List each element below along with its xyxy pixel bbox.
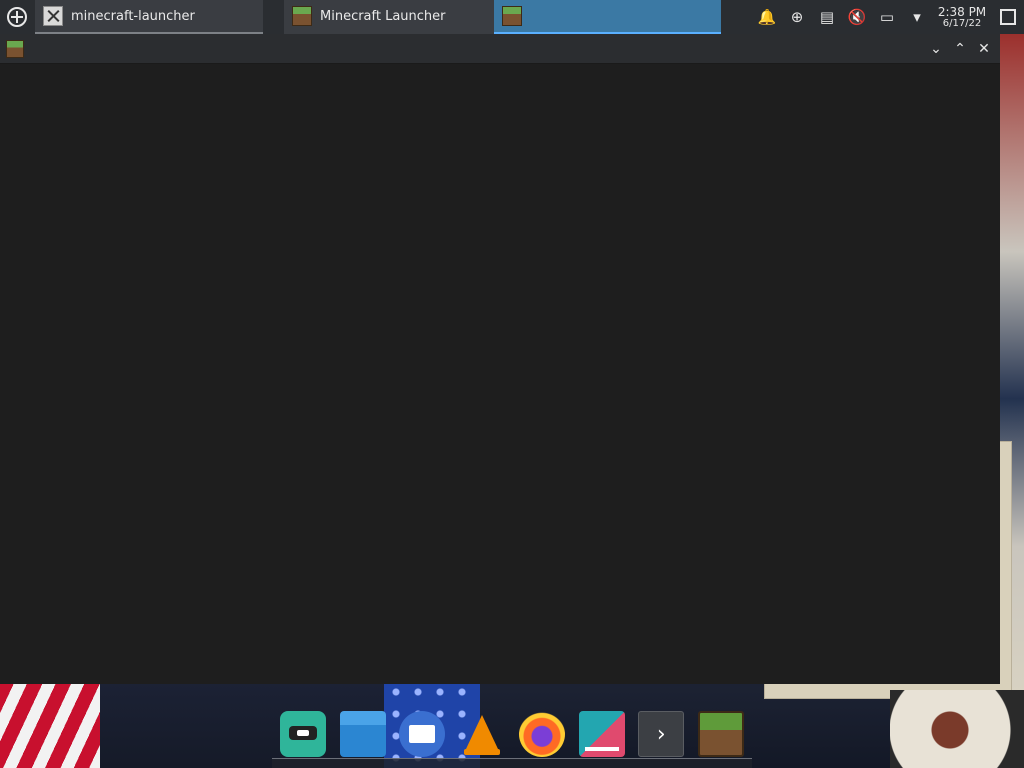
show-desktop-button[interactable]	[992, 9, 1024, 25]
window-titlebar[interactable]: ⌄ ⌃ ✕	[0, 34, 1000, 64]
minecraft-window: ⌄ ⌃ ✕	[0, 34, 1000, 684]
task-active-window[interactable]	[494, 0, 721, 34]
clock-time: 2:38 PM	[937, 4, 987, 19]
window-content-area[interactable]	[0, 64, 1000, 684]
clock-date: 6/17/22	[942, 17, 982, 29]
minimize-icon[interactable]: ⌄	[924, 37, 948, 61]
notifications-icon[interactable]: 🔔	[752, 0, 782, 34]
minecraft-grass-icon	[292, 6, 312, 26]
top-panel: minecraft-launcher Minecraft Launcher 🔔 …	[0, 0, 1024, 34]
task-minecraft-launcher[interactable]: Minecraft Launcher	[284, 0, 494, 34]
file-manager-icon[interactable]	[339, 711, 386, 757]
clipboard-icon[interactable]: ▤	[812, 0, 842, 34]
minecraft-grass-icon	[502, 6, 522, 26]
game-launcher-icon[interactable]	[280, 711, 326, 757]
mail-client-icon[interactable]	[399, 711, 446, 757]
show-desktop-icon	[1000, 9, 1016, 25]
terminal-icon[interactable]: ›	[638, 711, 685, 757]
task-minecraft-launcher-terminal[interactable]: minecraft-launcher	[35, 0, 263, 34]
minecraft-grass-icon[interactable]	[6, 39, 24, 58]
dock: ›	[272, 700, 752, 768]
vlc-icon[interactable]	[459, 711, 505, 757]
volume-muted-icon[interactable]: 🔇	[842, 0, 872, 34]
system-tray: 🔔 ⊕ ▤ 🔇 ▭ ▾ 2:38 PM 6/17/22	[752, 0, 1024, 34]
close-icon[interactable]: ✕	[972, 37, 996, 61]
expand-tray-icon[interactable]: ▾	[902, 0, 932, 34]
task-label: Minecraft Launcher	[320, 8, 446, 24]
x-window-icon	[43, 6, 63, 26]
window-controls: ⌄ ⌃ ✕	[924, 37, 996, 61]
digital-clock[interactable]: 2:38 PM 6/17/22	[932, 6, 992, 29]
application-launcher-button[interactable]	[0, 0, 34, 34]
task-label: minecraft-launcher	[71, 8, 195, 24]
updates-icon[interactable]: ⊕	[782, 0, 812, 34]
firefox-icon[interactable]	[518, 711, 565, 757]
launcher-icon	[7, 7, 27, 27]
display-icon[interactable]: ▭	[872, 0, 902, 34]
presentation-app-icon[interactable]	[578, 711, 625, 757]
maximize-icon[interactable]: ⌃	[948, 37, 972, 61]
minecraft-icon[interactable]	[697, 711, 744, 757]
